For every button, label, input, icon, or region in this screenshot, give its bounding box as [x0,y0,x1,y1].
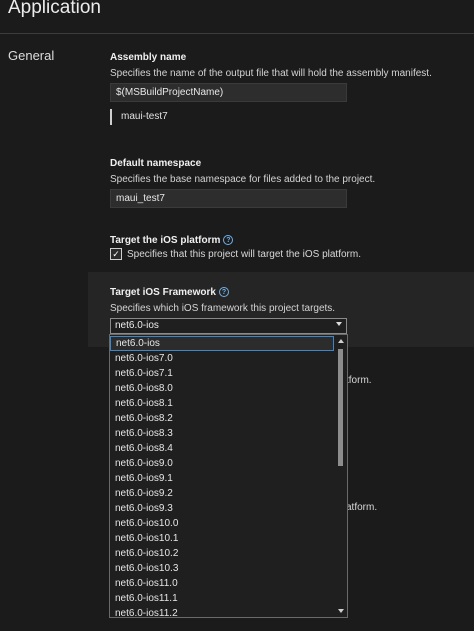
ios-framework-selected-value: net6.0-ios [115,320,159,331]
bottom-strip [0,622,474,631]
help-icon[interactable]: ? [223,235,234,245]
dropdown-option[interactable]: net6.0-ios11.0 [110,576,334,591]
namespace-group: Default namespace Specifies the base nam… [110,158,375,185]
dropdown-option[interactable]: net6.0-ios9.1 [110,471,334,486]
page-title: Application [8,0,101,18]
namespace-description: Specifies the base namespace for files a… [110,174,376,185]
dropdown-option[interactable]: net6.0-ios8.2 [110,411,334,426]
dropdown-option[interactable]: net6.0-ios10.0 [110,516,334,531]
assembly-name-label: Assembly name [110,52,187,63]
dropdown-option[interactable]: net6.0-ios10.3 [110,561,334,576]
dropdown-option[interactable]: net6.0-ios10.2 [110,546,334,561]
ios-platform-group: Target the iOS platform? [110,234,234,246]
chevron-down-icon [336,322,342,326]
ios-framework-select[interactable]: net6.0-ios [110,318,347,334]
dropdown-option[interactable]: net6.0-ios9.3 [110,501,334,516]
dropdown-option[interactable]: net6.0-ios11.2 [110,606,334,617]
ios-platform-checkbox-label: Specifies that this project will target … [127,249,361,260]
dropdown-option[interactable]: net6.0-ios8.1 [110,396,334,411]
dropdown-option[interactable]: net6.0-ios8.4 [110,441,334,456]
scroll-thumb[interactable] [338,349,343,466]
clipped-text: tform. [346,375,372,386]
help-icon[interactable]: ? [218,287,229,297]
dropdown-option[interactable]: net6.0-ios [110,336,334,351]
ios-framework-label: Target iOS Framework [110,287,216,298]
ios-framework-description: Specifies which iOS framework this proje… [110,303,336,314]
dropdown-option[interactable]: net6.0-ios9.2 [110,486,334,501]
scroll-up-icon[interactable] [338,339,344,343]
dropdown-options: net6.0-ios net6.0-ios7.0 net6.0-ios7.1 net6… [110,336,347,617]
assembly-name-description: Specifies the name of the output file th… [110,68,432,79]
dropdown-option[interactable]: net6.0-ios11.1 [110,591,334,606]
ios-platform-label: Target the iOS platform [110,235,221,246]
assembly-name-evaluated: maui-test7 [110,109,168,125]
nav-item-general[interactable]: General [8,48,54,63]
namespace-label: Default namespace [110,158,202,169]
dropdown-option[interactable]: net6.0-ios9.0 [110,456,334,471]
namespace-input[interactable]: maui_test7 [110,189,347,208]
ios-framework-dropdown[interactable]: net6.0-ios net6.0-ios7.0 net6.0-ios7.1 net6… [109,334,348,618]
assembly-name-input[interactable]: $(MSBuildProjectName) [110,83,347,102]
dropdown-option[interactable]: net6.0-ios10.1 [110,531,334,546]
title-divider [0,33,474,34]
dropdown-option[interactable]: net6.0-ios7.0 [110,351,334,366]
dropdown-option[interactable]: net6.0-ios8.3 [110,426,334,441]
clipped-text: atform. [346,502,378,513]
assembly-name-group: Assembly name Specifies the name of the … [110,52,432,79]
ios-framework-group: Target iOS Framework? Specifies which iO… [110,286,335,314]
dropdown-option[interactable]: net6.0-ios8.0 [110,381,334,396]
dropdown-option[interactable]: net6.0-ios7.1 [110,366,334,381]
dropdown-scrollbar[interactable] [335,335,347,617]
ios-platform-checkbox[interactable]: ✓ [110,248,122,260]
scroll-down-icon[interactable] [338,609,344,613]
